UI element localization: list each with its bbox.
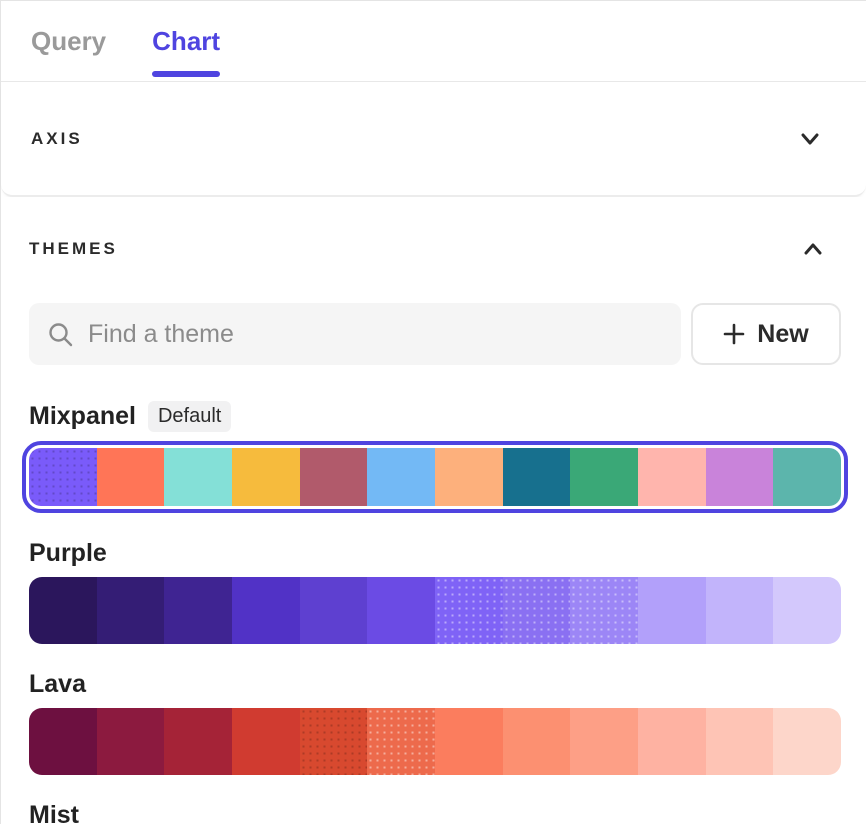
search-icon [47,321,74,348]
chevron-up-icon[interactable] [803,242,823,256]
theme-palette-swatches [29,448,841,506]
color-swatch[interactable] [773,448,841,506]
color-swatch[interactable] [367,577,435,644]
new-theme-button-label: New [757,320,808,349]
color-swatch[interactable] [232,577,300,644]
theme-label-row: Mixpanel Default [29,401,841,432]
theme-label-row: Mist [29,801,841,824]
color-swatch[interactable] [367,448,435,506]
color-swatch[interactable] [570,577,638,644]
themes-section-header[interactable]: THEMES [29,239,841,259]
color-swatch[interactable] [29,448,97,506]
theme-label-row: Purple [29,539,841,568]
color-swatch[interactable] [367,708,435,775]
color-swatch[interactable] [435,577,503,644]
axis-section-header[interactable]: AXIS [31,129,836,149]
theme-list: Mixpanel Default Purple Lava Mist [29,401,841,824]
theme-row: Lava [29,670,841,775]
theme-search-input[interactable] [88,320,663,349]
color-swatch[interactable] [435,448,503,506]
theme-name: Purple [29,539,107,568]
color-swatch[interactable] [638,708,706,775]
theme-search-box[interactable] [29,303,681,365]
themes-section-title: THEMES [29,239,118,259]
theme-name: Mist [29,801,79,824]
theme-label-row: Lava [29,670,841,699]
theme-row: Purple [29,539,841,644]
tab-query-label: Query [31,26,106,57]
color-swatch[interactable] [773,708,841,775]
tab-bar: Query Chart [1,1,866,82]
color-swatch[interactable] [300,448,368,506]
color-swatch[interactable] [503,708,571,775]
color-swatch[interactable] [435,708,503,775]
color-swatch[interactable] [706,577,774,644]
color-swatch[interactable] [97,448,165,506]
color-swatch[interactable] [29,577,97,644]
color-swatch[interactable] [503,448,571,506]
plus-icon [723,323,745,345]
color-swatch[interactable] [164,448,232,506]
color-swatch[interactable] [300,708,368,775]
active-tab-underline [152,71,220,77]
color-swatch[interactable] [164,708,232,775]
color-swatch[interactable] [300,577,368,644]
color-swatch[interactable] [164,577,232,644]
theme-palette[interactable] [22,441,848,513]
color-swatch[interactable] [638,577,706,644]
color-swatch[interactable] [29,708,97,775]
tab-chart-label: Chart [152,26,220,57]
color-swatch[interactable] [503,577,571,644]
tab-query[interactable]: Query [31,1,106,81]
chevron-down-icon[interactable] [800,132,820,146]
theme-palette[interactable] [29,708,841,775]
color-swatch[interactable] [638,448,706,506]
theme-palette-swatches [29,708,841,775]
theme-palette[interactable] [29,577,841,644]
axis-section[interactable]: AXIS [1,82,866,197]
theme-row: Mist [29,801,841,824]
tab-chart[interactable]: Chart [152,1,220,81]
new-theme-button[interactable]: New [691,303,841,365]
color-swatch[interactable] [232,448,300,506]
color-swatch[interactable] [570,448,638,506]
theme-name: Mixpanel [29,402,136,431]
theme-name: Lava [29,670,86,699]
axis-section-title: AXIS [31,129,83,149]
theme-search-row: New [29,303,841,365]
color-swatch[interactable] [97,708,165,775]
color-swatch[interactable] [97,577,165,644]
color-swatch[interactable] [706,448,774,506]
theme-row: Mixpanel Default [29,401,841,513]
color-swatch[interactable] [706,708,774,775]
theme-palette-swatches [29,577,841,644]
color-swatch[interactable] [570,708,638,775]
theme-default-badge: Default [148,401,231,432]
color-swatch[interactable] [773,577,841,644]
color-swatch[interactable] [232,708,300,775]
themes-section: THEMES New Mixpanel Default [1,197,866,824]
